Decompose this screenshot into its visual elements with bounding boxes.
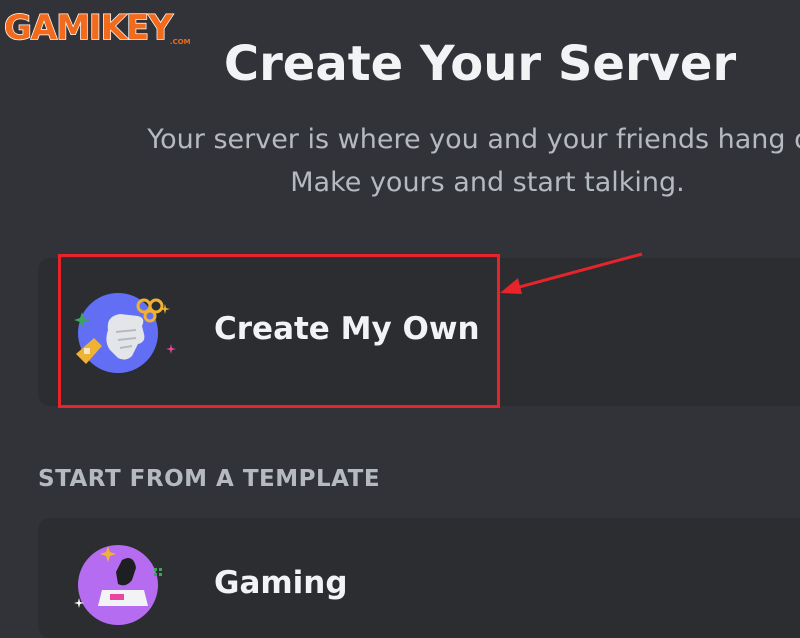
gaming-illustration-icon	[66, 540, 176, 634]
modal-subtitle-line-1: Your server is where you and your friend…	[147, 124, 800, 155]
create-my-own-option[interactable]: Create My Own	[38, 258, 800, 406]
modal-title: Create Your Server	[223, 36, 737, 92]
gaming-template-label: Gaming	[214, 565, 348, 601]
modal-subtitle-line-2: Make yours and start talking.	[290, 167, 685, 198]
template-section-heading: START FROM A TEMPLATE	[38, 466, 381, 492]
red-arrow-annotation	[500, 252, 643, 294]
create-my-own-label: Create My Own	[214, 311, 480, 347]
gaming-template-option[interactable]: Gaming	[38, 518, 800, 638]
create-own-illustration-icon	[66, 288, 176, 382]
